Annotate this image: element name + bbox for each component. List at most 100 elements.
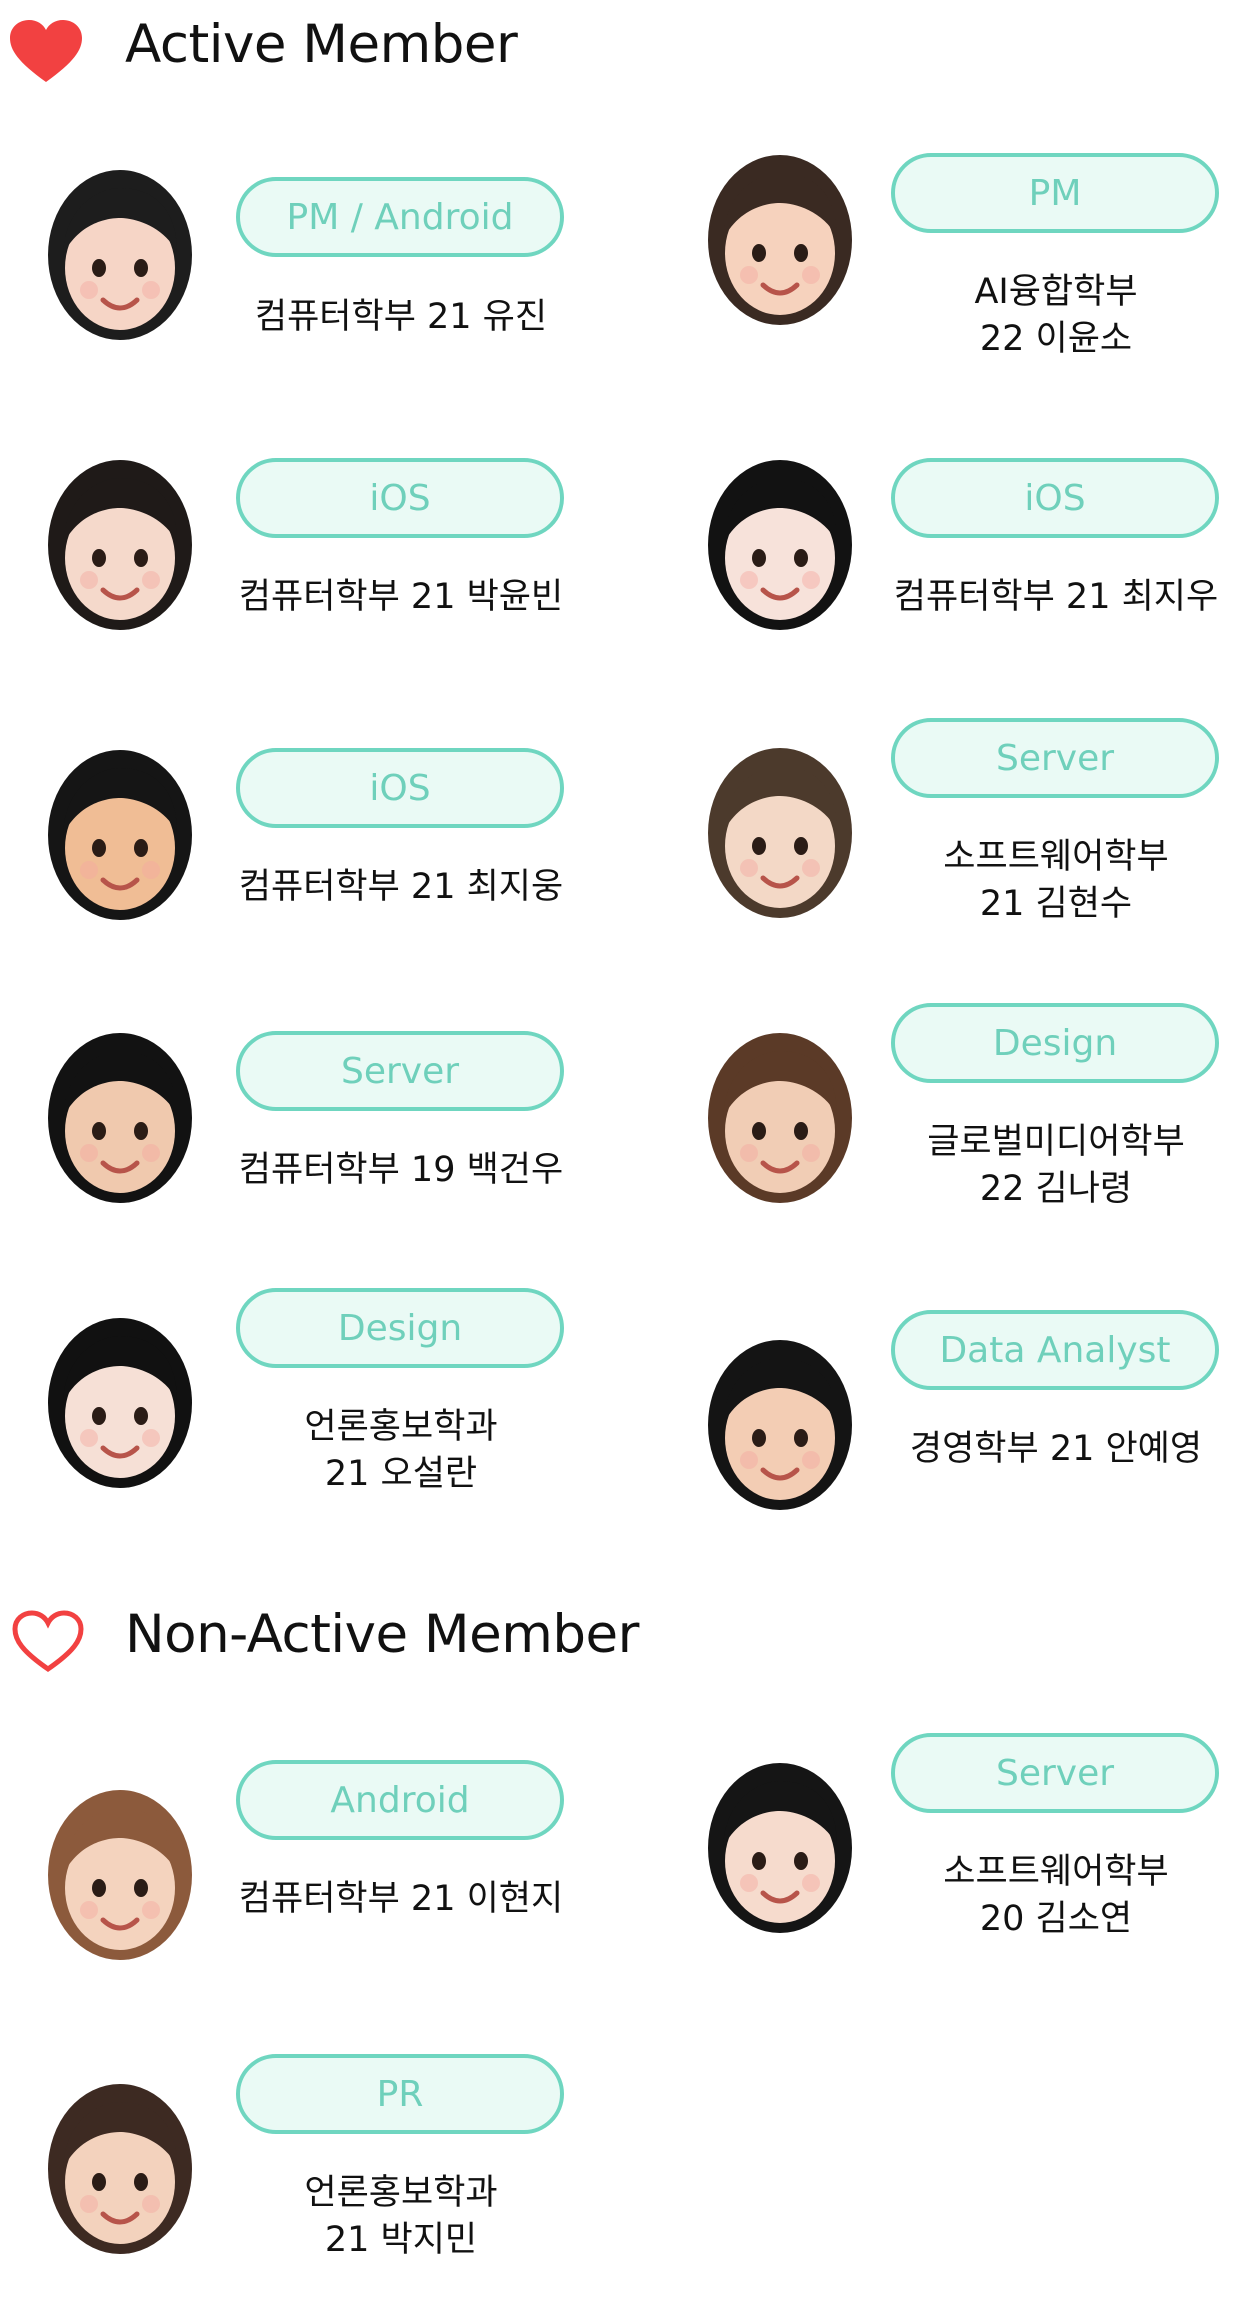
member-card: PM / Android 컴퓨터학부 21 유진 (0, 140, 620, 380)
memoji-face-icon (48, 1318, 192, 1488)
memoji-avatar (0, 720, 240, 960)
cheek-left (80, 1144, 98, 1162)
member-card: iOS 컴퓨터학부 21 최지우 (655, 430, 1248, 670)
member-card: PM AI융합학부 22 이윤소 (655, 125, 1248, 365)
member-card: Data Analyst 경영학부 21 안예영 (655, 1310, 1248, 1550)
cheek-right (142, 1429, 160, 1447)
member-info: 언론홍보학과 21 오설란 (196, 1404, 606, 1498)
member-info-line1: 컴퓨터학부 21 유진 (254, 297, 548, 337)
role-pill: iOS (236, 458, 564, 538)
member-info-line1: 경영학부 21 안예영 (909, 1429, 1203, 1469)
eye-left (752, 1429, 766, 1447)
heart-filled-icon (10, 20, 82, 82)
role-pill: Android (236, 1760, 564, 1840)
eye-left (752, 549, 766, 567)
cheek-left (80, 1429, 98, 1447)
memoji-face-icon (708, 1340, 852, 1510)
memoji-face-icon (708, 460, 852, 630)
member-info: 컴퓨터학부 21 최지우 (851, 574, 1248, 621)
memoji-face-icon (48, 460, 192, 630)
memoji-face-icon (708, 155, 852, 325)
role-pill: PM / Android (236, 177, 564, 257)
cheek-left (80, 2195, 98, 2213)
member-info: 언론홍보학과 21 박지민 (196, 2170, 606, 2264)
section-active-title: Active Member (125, 14, 518, 75)
cheek-right (142, 861, 160, 879)
cheek-left (740, 1451, 758, 1469)
member-info-line2: 22 김나령 (979, 1169, 1133, 1209)
member-info: 경영학부 21 안예영 (851, 1426, 1248, 1473)
eye-left (752, 1852, 766, 1870)
eye-right (794, 1122, 808, 1140)
section-active-header: Active Member (0, 0, 700, 100)
eye-right (134, 1879, 148, 1897)
cheek-left (80, 1901, 98, 1919)
cheek-right (802, 1451, 820, 1469)
eye-left (92, 1407, 106, 1425)
memoji-face-icon (48, 1790, 192, 1960)
eye-right (794, 549, 808, 567)
role-pill: Data Analyst (891, 1310, 1219, 1390)
member-card: Android 컴퓨터학부 21 이현지 (0, 1760, 620, 2000)
memoji-face-icon (708, 1763, 852, 1933)
member-info-line1: 컴퓨터학부 21 최지우 (893, 577, 1219, 617)
member-info-line2: 22 이윤소 (979, 319, 1133, 359)
cheek-left (740, 859, 758, 877)
memoji-face-icon (48, 2084, 192, 2254)
member-info-line2: 21 오설란 (324, 1454, 478, 1494)
member-info: 소프트웨어학부 21 김현수 (851, 834, 1248, 928)
role-pill: Design (891, 1003, 1219, 1083)
member-info-line1: 소프트웨어학부 (943, 837, 1169, 877)
member-info-line2: 20 김소연 (979, 1899, 1133, 1939)
member-info-line1: AI융합학부 (974, 272, 1138, 312)
eye-right (134, 1122, 148, 1140)
member-info-line1: 언론홍보학과 (304, 2173, 498, 2213)
member-info: AI융합학부 22 이윤소 (851, 269, 1248, 363)
eye-left (92, 2173, 106, 2191)
member-info-line1: 글로벌미디어학부 (927, 1122, 1185, 1162)
heart-outline-icon (12, 1610, 84, 1673)
member-card: Server 컴퓨터학부 19 백건우 (0, 1003, 620, 1243)
eye-right (134, 839, 148, 857)
cheek-left (740, 1874, 758, 1892)
cheek-left (80, 281, 98, 299)
section-nonactive-title: Non-Active Member (125, 1604, 639, 1665)
eye-left (92, 259, 106, 277)
eye-left (92, 1122, 106, 1140)
eye-right (134, 1407, 148, 1425)
member-info-line1: 컴퓨터학부 21 이현지 (238, 1879, 564, 1919)
member-card: Design 언론홍보학과 21 오설란 (0, 1288, 620, 1528)
memoji-face-icon (48, 170, 192, 340)
eye-left (752, 244, 766, 262)
member-info: 컴퓨터학부 21 이현지 (196, 1876, 606, 1923)
role-pill: Design (236, 1288, 564, 1368)
member-info: 컴퓨터학부 19 백건우 (196, 1147, 606, 1194)
eye-left (92, 549, 106, 567)
member-info-line2: 21 김현수 (979, 884, 1133, 924)
role-pill: Server (236, 1031, 564, 1111)
cheek-left (740, 571, 758, 589)
memoji-avatar (0, 140, 240, 380)
cheek-left (740, 266, 758, 284)
cheek-right (802, 1874, 820, 1892)
cheek-left (80, 861, 98, 879)
eye-left (752, 837, 766, 855)
role-pill: PM (891, 153, 1219, 233)
eye-right (134, 2173, 148, 2191)
cheek-right (802, 859, 820, 877)
eye-right (134, 259, 148, 277)
memoji-avatar (0, 1003, 240, 1243)
eye-right (134, 549, 148, 567)
role-pill: iOS (891, 458, 1219, 538)
member-info-line1: 컴퓨터학부 21 최지웅 (238, 867, 564, 907)
role-pill: iOS (236, 748, 564, 828)
cheek-right (802, 266, 820, 284)
memoji-face-icon (48, 1033, 192, 1203)
eye-right (794, 1429, 808, 1447)
cheek-right (142, 571, 160, 589)
cheek-right (142, 1901, 160, 1919)
member-card: iOS 컴퓨터학부 21 최지웅 (0, 720, 620, 960)
eye-right (794, 837, 808, 855)
member-card: iOS 컴퓨터학부 21 박윤빈 (0, 430, 620, 670)
cheek-right (142, 2195, 160, 2213)
